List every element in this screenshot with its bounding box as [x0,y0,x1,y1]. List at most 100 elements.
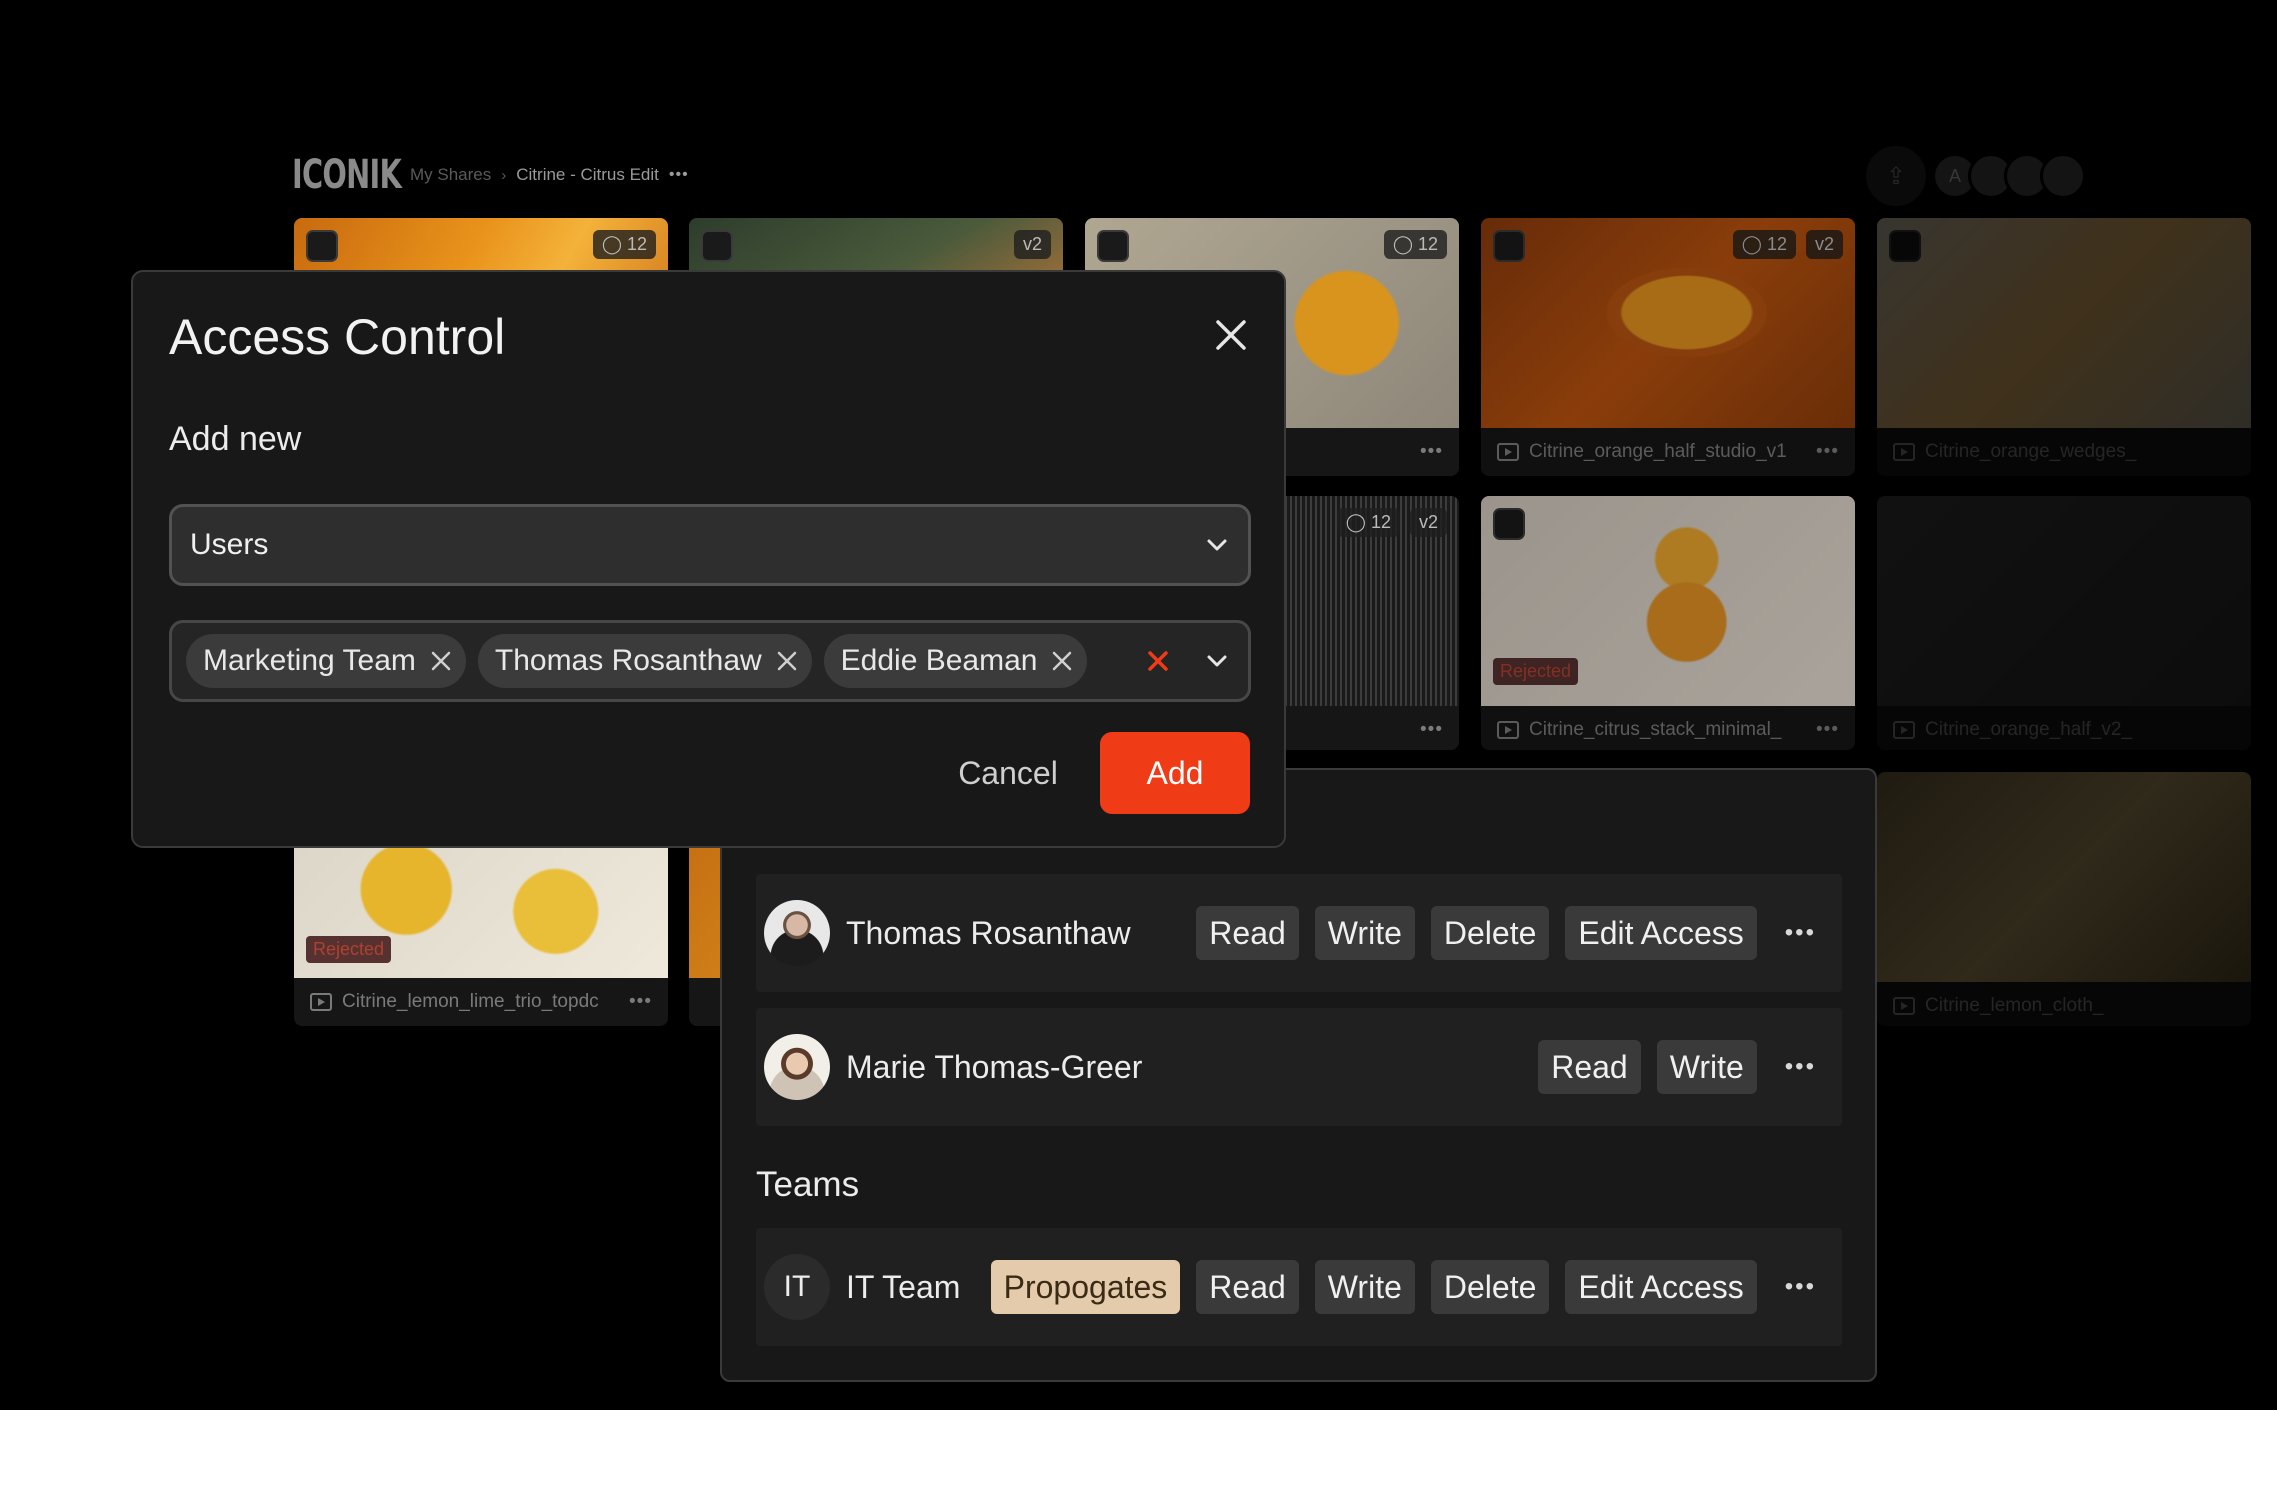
user-access-row: Thomas Rosanthaw Read Write Delete Edit … [756,874,1842,992]
app-stage: ICONIK My Shares › Citrine - Citrus Edit… [0,0,2277,1410]
add-new-heading: Add new [169,420,302,458]
access-list-panel: Thomas Rosanthaw Read Write Delete Edit … [720,768,1877,1382]
remove-chip-icon[interactable] [776,650,798,672]
asset-thumbnail [1877,772,2251,982]
remove-chip-icon[interactable] [430,650,452,672]
comment-count-badge: ◯ 12 [1383,230,1447,259]
permission-write[interactable]: Write [1656,1040,1757,1094]
asset-tile[interactable]: Citrine_orange_wedges_ [1877,218,2251,476]
close-icon[interactable] [1214,318,1248,352]
team-name: IT Team [846,1268,961,1305]
permission-read[interactable]: Read [1196,1260,1299,1314]
asset-footer: Citrine_orange_wedges_ [1877,428,2251,476]
video-icon [1497,721,1519,739]
add-button[interactable]: Add [1100,732,1250,814]
chip-label: Eddie Beaman [840,644,1038,677]
breadcrumb-current[interactable]: Citrine - Citrus Edit [516,165,659,185]
asset-thumbnail [1877,218,2251,428]
asset-footer: Citrine_orange_half_studio_v1 ••• [1481,428,1855,476]
team-avatar: IT [764,1254,830,1320]
permission-delete[interactable]: Delete [1430,906,1550,960]
video-icon [1497,443,1519,461]
team-access-row: IT IT Team Propogates Read Write Delete … [756,1228,1842,1346]
select-checkbox[interactable] [701,230,733,262]
breadcrumb-more-button[interactable]: ••• [669,166,689,184]
row-more-button[interactable]: ••• [1785,1053,1816,1081]
asset-more-button[interactable]: ••• [1420,719,1443,741]
video-icon [1893,443,1915,461]
avatar [2040,153,2086,199]
asset-tile[interactable]: Citrine_orange_half_v2_ [1877,496,2251,750]
select-checkbox[interactable] [1889,230,1921,262]
select-checkbox[interactable] [1493,508,1525,540]
chip-label: Thomas Rosanthaw [494,644,762,677]
video-icon [1893,997,1915,1015]
clear-all-icon[interactable] [1146,649,1170,673]
chip-eddie-beaman: Eddie Beaman [823,634,1088,688]
asset-name: Citrine_orange_wedges_ [1925,441,2137,462]
chip-marketing-team: Marketing Team [186,634,466,688]
asset-more-button[interactable]: ••• [1816,441,1839,463]
user-name: Marie Thomas-Greer [846,1048,1143,1085]
permission-delete[interactable]: Delete [1430,1260,1550,1314]
breadcrumb-my-shares[interactable]: My Shares [410,165,491,185]
asset-footer: Citrine_lemon_cloth_ [1877,982,2251,1026]
select-checkbox[interactable] [1493,230,1525,262]
status-badge: Rejected [306,936,392,963]
version-badge: v2 [1805,230,1843,259]
type-select-value: Users [190,528,269,561]
permission-write[interactable]: Write [1314,906,1415,960]
comment-count-badge: ◯ 12 [1336,508,1400,537]
asset-more-button[interactable]: ••• [1816,719,1839,741]
asset-tile[interactable]: Citrine_lemon_cloth_ [1877,772,2251,1026]
asset-name: Citrine_lemon_cloth_ [1925,995,2104,1016]
asset-more-button[interactable]: ••• [1420,441,1443,463]
remove-chip-icon[interactable] [1051,650,1073,672]
chip-label: Marketing Team [203,644,416,677]
share-icon[interactable]: ⇪ [1866,146,1926,206]
version-badge: v2 [1013,230,1051,259]
type-select[interactable]: Users [169,504,1251,586]
access-control-dialog: Access Control Add new Users Marketing T… [131,270,1286,848]
permission-write[interactable]: Write [1314,1260,1415,1314]
chevron-down-icon[interactable] [1204,648,1230,674]
permission-edit-access[interactable]: Edit Access [1565,906,1757,960]
asset-footer: Citrine_lemon_lime_trio_topdc ••• [294,978,668,1026]
avatar [764,900,830,966]
user-name: Thomas Rosanthaw [846,914,1131,951]
cancel-button[interactable]: Cancel [933,732,1083,814]
asset-tile[interactable]: Rejected Citrine_lemon_lime_trio_topdc ••… [294,830,668,1026]
asset-footer: Citrine_citrus_stack_minimal_ ••• [1481,706,1855,750]
asset-more-button[interactable]: ••• [629,991,652,1013]
asset-tile[interactable]: Rejected Citrine_citrus_stack_minimal_ ••… [1481,496,1855,750]
asset-thumbnail [1877,496,2251,706]
asset-name: Citrine_lemon_lime_trio_topdc [342,991,599,1012]
chip-thomas-rosanthaw: Thomas Rosanthaw [477,634,812,688]
permission-read[interactable]: Read [1538,1040,1641,1094]
row-more-button[interactable]: ••• [1785,1273,1816,1301]
select-checkbox[interactable] [1097,230,1129,262]
header-actions: ⇪ A [1866,146,2086,206]
asset-name: Citrine_orange_half_studio_v1 [1529,441,1787,462]
avatar [764,1034,830,1100]
comment-count-badge: ◯ 12 [1732,230,1796,259]
recipients-multiselect[interactable]: Marketing Team Thomas Rosanthaw Eddie Be… [169,620,1251,702]
status-badge: Rejected [1493,658,1579,685]
iconik-logo: ICONIK [292,152,402,198]
breadcrumb: My Shares › Citrine - Citrus Edit ••• [410,165,689,185]
select-checkbox[interactable] [306,230,338,262]
collaborator-avatars[interactable]: A [1932,153,2086,199]
dialog-title: Access Control [169,309,506,365]
user-access-row: Marie Thomas-Greer Read Write ••• [756,1008,1842,1126]
row-more-button[interactable]: ••• [1785,919,1816,947]
video-icon [1893,721,1915,739]
asset-name: Citrine_orange_half_v2_ [1925,719,2133,740]
video-icon [310,993,332,1011]
propagates-badge[interactable]: Propogates [990,1260,1181,1314]
app-header: ICONIK My Shares › Citrine - Citrus Edit… [292,150,689,200]
asset-tile[interactable]: ◯ 12 v2 Citrine_orange_half_studio_v1 ••• [1481,218,1855,476]
permission-edit-access[interactable]: Edit Access [1565,1260,1757,1314]
permission-read[interactable]: Read [1196,906,1299,960]
chevron-down-icon[interactable] [1204,532,1230,558]
comment-count-badge: ◯ 12 [592,230,656,259]
